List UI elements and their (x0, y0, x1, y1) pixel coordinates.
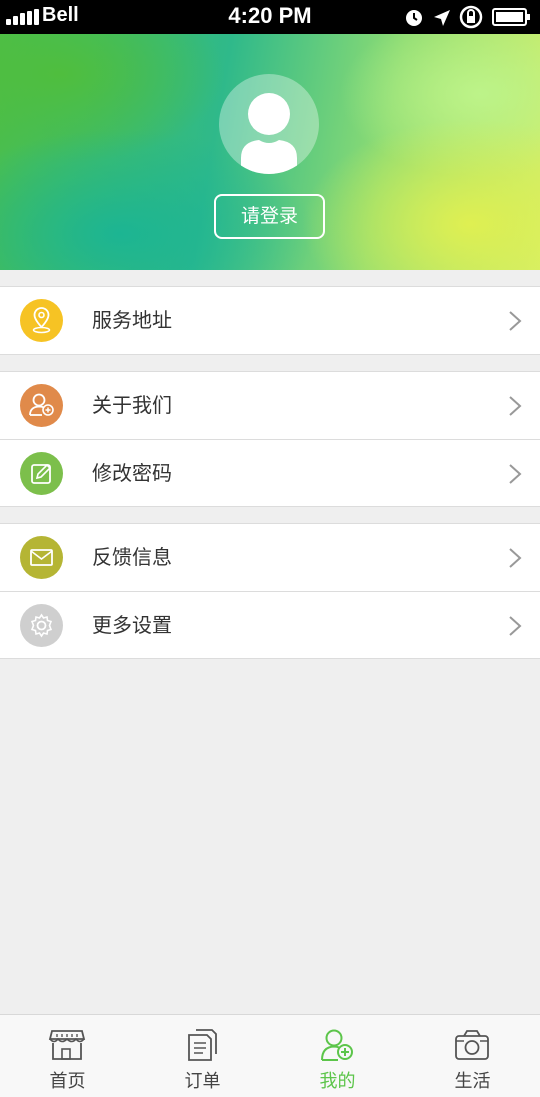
chevron-right-icon (509, 616, 522, 636)
rotation-lock-icon (459, 5, 483, 29)
gear-icon (20, 604, 63, 647)
chevron-right-icon (509, 464, 522, 484)
status-bar: Bell 4:20 PM (0, 0, 540, 34)
menu-item-more-settings[interactable]: 更多设置 (0, 591, 540, 658)
menu-item-about-us[interactable]: 关于我们 (0, 372, 540, 439)
storefront-icon (48, 1030, 86, 1060)
chevron-right-icon (509, 396, 522, 416)
chevron-right-icon (509, 311, 522, 331)
menu-item-label: 修改密码 (92, 461, 172, 485)
tab-label: 生活 (454, 1071, 491, 1092)
camera-icon (455, 1030, 489, 1060)
menu-item-feedback[interactable]: 反馈信息 (0, 524, 540, 591)
menu-item-label: 更多设置 (92, 613, 172, 637)
tab-mine[interactable]: 我的 (270, 1015, 405, 1097)
avatar[interactable] (219, 74, 319, 174)
tab-home[interactable]: 首页 (0, 1015, 135, 1097)
tab-bar: 首页 订单 我的 生活 (0, 1014, 540, 1097)
menu-item-service-address[interactable]: 服务地址 (0, 287, 540, 354)
menu-group-account: 关于我们 修改密码 (0, 371, 540, 507)
location-arrow-icon (434, 10, 450, 26)
tab-label: 我的 (319, 1071, 356, 1092)
chevron-right-icon (509, 548, 522, 568)
alarm-icon (406, 10, 422, 26)
tab-label: 首页 (49, 1071, 86, 1092)
menu-item-label: 关于我们 (92, 393, 172, 417)
battery-icon (492, 8, 530, 26)
tab-life[interactable]: 生活 (405, 1015, 540, 1097)
tab-orders[interactable]: 订单 (135, 1015, 270, 1097)
menu-group-misc: 反馈信息 更多设置 (0, 523, 540, 659)
location-pin-icon (20, 299, 63, 342)
edit-icon (20, 452, 63, 495)
user-add-icon (321, 1029, 353, 1061)
menu-item-change-password[interactable]: 修改密码 (0, 439, 540, 506)
user-add-icon (20, 384, 63, 427)
tab-label: 订单 (184, 1071, 221, 1092)
menu-item-label: 服务地址 (92, 308, 172, 332)
document-icon (188, 1029, 217, 1061)
menu-item-label: 反馈信息 (92, 545, 172, 569)
user-icon (241, 93, 297, 174)
mail-icon (20, 536, 63, 579)
menu-group-address: 服务地址 (0, 286, 540, 355)
login-button[interactable]: 请登录 (214, 194, 325, 239)
profile-header: 请登录 (0, 34, 540, 270)
